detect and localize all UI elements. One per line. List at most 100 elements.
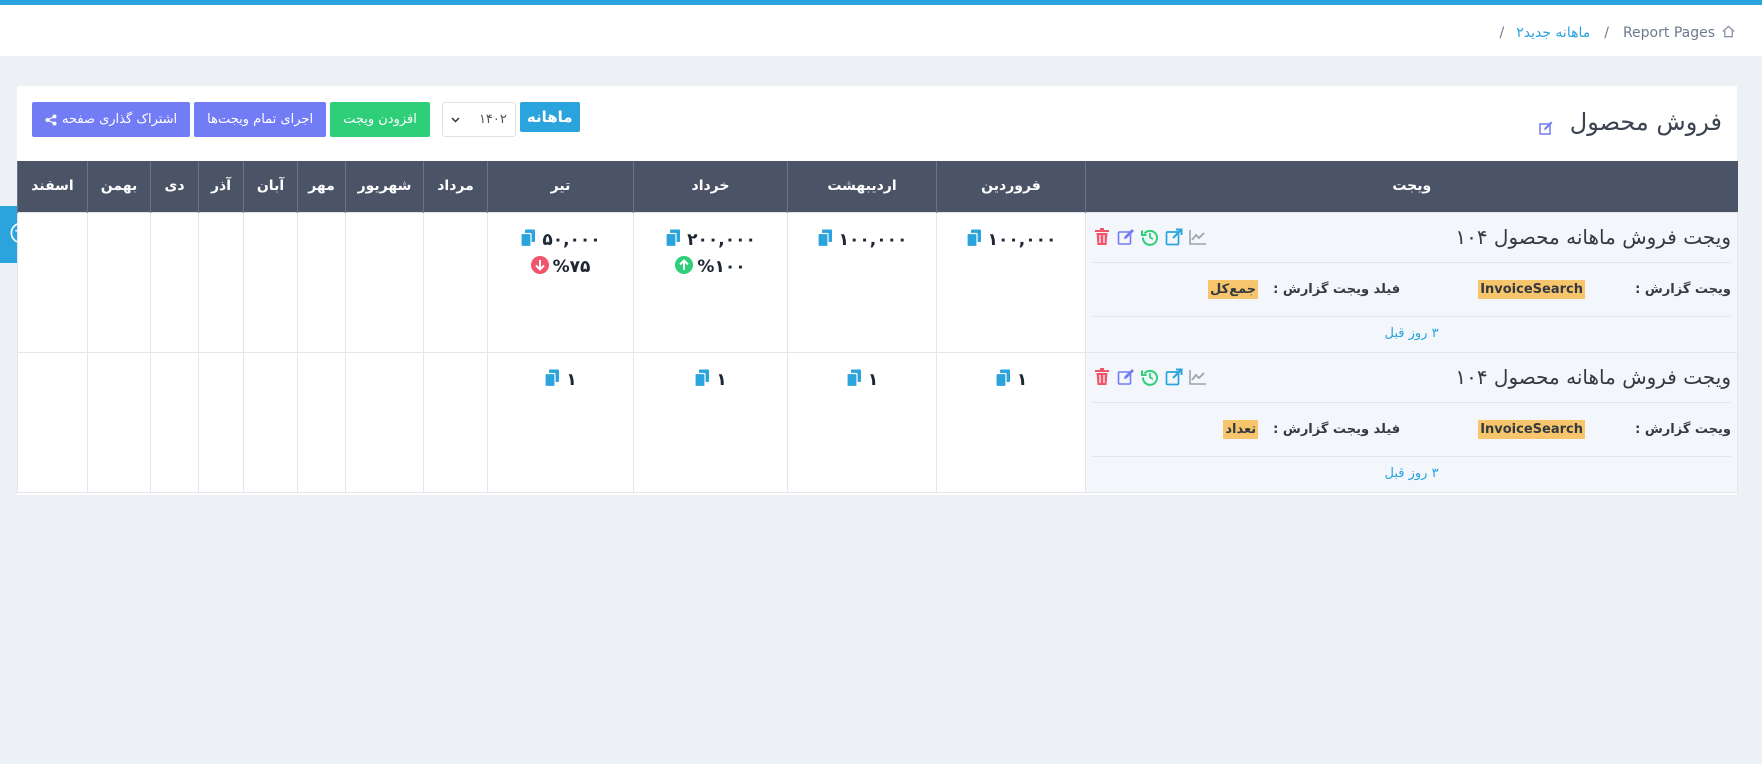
column-header: دی bbox=[150, 161, 199, 212]
page-title: فروش محصول bbox=[1538, 108, 1722, 136]
column-header: تیر bbox=[487, 161, 634, 212]
home-icon[interactable] bbox=[1721, 24, 1736, 43]
copy-icon[interactable] bbox=[817, 229, 833, 252]
report-widget-tag: InvoiceSearch bbox=[1478, 419, 1585, 439]
column-header: بهمن bbox=[87, 161, 151, 212]
report-card: فروش محصول اشتراک گذاری صفحه اجرای تمام … bbox=[17, 86, 1738, 495]
month-cell: ۱ bbox=[936, 351, 1086, 493]
edit-title-icon[interactable] bbox=[1538, 114, 1554, 135]
copy-icon[interactable] bbox=[694, 369, 710, 392]
page-title-text: فروش محصول bbox=[1569, 108, 1722, 136]
copy-icon[interactable] bbox=[995, 369, 1011, 392]
month-cell: ۲۰۰,۰۰۰ %۱۰۰ bbox=[633, 211, 788, 353]
value-text: ۱۰۰,۰۰۰ bbox=[838, 230, 908, 250]
column-header: فروردین bbox=[936, 161, 1086, 212]
value-text: ۱ bbox=[867, 370, 879, 390]
report-widget-label: ویجت گزارش : bbox=[1635, 281, 1731, 297]
breadcrumb-current: ماهانه جدید۲ bbox=[1516, 25, 1591, 41]
value-text: ۱ bbox=[716, 370, 727, 390]
column-header: شهریور bbox=[345, 161, 424, 212]
widget-title: ویجت فروش ماهانه محصول ۱۰۴ bbox=[1455, 365, 1731, 389]
month-cell bbox=[423, 211, 488, 353]
value-text: ۱۰۰,۰۰۰ bbox=[987, 230, 1057, 250]
delete-icon[interactable] bbox=[1092, 227, 1112, 247]
month-cell bbox=[345, 211, 424, 353]
month-cell: ۵۰,۰۰۰ %۷۵ bbox=[487, 211, 634, 353]
period-badge: ماهانه bbox=[519, 102, 580, 132]
share-page-button[interactable]: اشتراک گذاری صفحه bbox=[32, 102, 191, 137]
column-header: آذر bbox=[198, 161, 244, 212]
month-cell bbox=[345, 351, 424, 493]
edit-icon[interactable] bbox=[1116, 367, 1136, 387]
month-cell bbox=[198, 351, 244, 493]
copy-icon[interactable] bbox=[966, 229, 982, 252]
month-cell bbox=[297, 211, 346, 353]
month-cell: ۱ bbox=[787, 351, 937, 493]
month-cell bbox=[17, 351, 88, 493]
breadcrumb: Report Pages / ماهانه جدید۲ / bbox=[1485, 5, 1736, 61]
share-page-label: اشتراک گذاری صفحه bbox=[62, 112, 178, 127]
report-widget-label: ویجت گزارش : bbox=[1635, 421, 1731, 437]
widget-title: ویجت فروش ماهانه محصول ۱۰۴ bbox=[1455, 225, 1731, 249]
value-text: ۲۰۰,۰۰۰ bbox=[687, 230, 756, 250]
breadcrumb-root-link[interactable]: Report Pages bbox=[1623, 25, 1715, 41]
widget-cell: ویجت فروش ماهانه محصول ۱۰۴ ویجت گزارش : … bbox=[1085, 351, 1738, 493]
toolbar: اشتراک گذاری صفحه اجرای تمام ویجت‌ها افز… bbox=[32, 102, 580, 137]
month-cell: ۱۰۰,۰۰۰ bbox=[787, 211, 937, 353]
month-cell bbox=[243, 211, 298, 353]
value-text: ۵۰,۰۰۰ bbox=[542, 230, 601, 250]
copy-icon[interactable] bbox=[520, 229, 536, 252]
copy-icon[interactable] bbox=[846, 369, 862, 392]
change-percent: %۱۰۰ bbox=[697, 257, 746, 277]
history-icon[interactable] bbox=[1140, 227, 1160, 247]
report-field-tag: تعداد bbox=[1223, 419, 1259, 439]
column-header: خرداد bbox=[633, 161, 788, 212]
month-cell: ۱ bbox=[487, 351, 634, 493]
report-widget-tag: InvoiceSearch bbox=[1478, 279, 1585, 299]
year-select-value: ۱۴۰۲ bbox=[478, 112, 507, 127]
month-cell bbox=[87, 351, 151, 493]
widget-cell: ویجت فروش ماهانه محصول ۱۰۴ ویجت گزارش : … bbox=[1085, 211, 1738, 353]
arrow-down-circle-icon bbox=[530, 255, 549, 279]
column-header: مهر bbox=[297, 161, 346, 212]
chart-line-icon[interactable] bbox=[1188, 367, 1208, 387]
column-header: مرداد bbox=[423, 161, 488, 212]
column-header: آبان bbox=[243, 161, 298, 212]
month-cell bbox=[198, 211, 244, 353]
widget-updated-time: ۳ روز قبل bbox=[1384, 326, 1439, 341]
month-cell bbox=[243, 351, 298, 493]
month-cell: ۱۰۰,۰۰۰ bbox=[936, 211, 1086, 353]
year-select[interactable]: ۱۴۰۲ bbox=[441, 102, 516, 137]
table-row: ویجت فروش ماهانه محصول ۱۰۴ ویجت گزارش : … bbox=[17, 211, 1738, 353]
header-bar: Report Pages / ماهانه جدید۲ / bbox=[0, 5, 1762, 56]
month-cell bbox=[150, 351, 199, 493]
breadcrumb-separator: / bbox=[1604, 25, 1609, 41]
report-field-tag: جمع‌کل bbox=[1208, 279, 1259, 299]
widget-actions bbox=[1092, 367, 1208, 387]
report-field-label: فیلد ویجت گزارش : bbox=[1273, 281, 1401, 297]
month-cell bbox=[17, 211, 88, 353]
arrow-up-circle-icon bbox=[675, 255, 694, 279]
value-text: ۱ bbox=[566, 370, 577, 390]
column-header: اردیبهشت bbox=[787, 161, 937, 212]
share-icon bbox=[45, 114, 57, 126]
history-icon[interactable] bbox=[1140, 367, 1160, 387]
month-cell bbox=[150, 211, 199, 353]
external-link-icon[interactable] bbox=[1164, 367, 1184, 387]
change-percent: %۷۵ bbox=[552, 257, 591, 277]
delete-icon[interactable] bbox=[1092, 367, 1112, 387]
external-link-icon[interactable] bbox=[1164, 227, 1184, 247]
copy-icon[interactable] bbox=[665, 229, 681, 252]
widget-actions bbox=[1092, 227, 1208, 247]
edit-icon[interactable] bbox=[1116, 227, 1136, 247]
month-cell: ۱ bbox=[633, 351, 788, 493]
chart-line-icon[interactable] bbox=[1188, 227, 1208, 247]
widget-updated-time: ۳ روز قبل bbox=[1384, 466, 1439, 481]
column-header: ویجت bbox=[1085, 161, 1738, 212]
add-widget-button[interactable]: افزودن ویجت bbox=[330, 102, 430, 137]
breadcrumb-separator: / bbox=[1499, 25, 1505, 41]
run-all-widgets-button[interactable]: اجرای تمام ویجت‌ها bbox=[194, 102, 327, 137]
month-cell bbox=[423, 351, 488, 493]
copy-icon[interactable] bbox=[544, 369, 560, 392]
table-row: ویجت فروش ماهانه محصول ۱۰۴ ویجت گزارش : … bbox=[17, 351, 1738, 493]
